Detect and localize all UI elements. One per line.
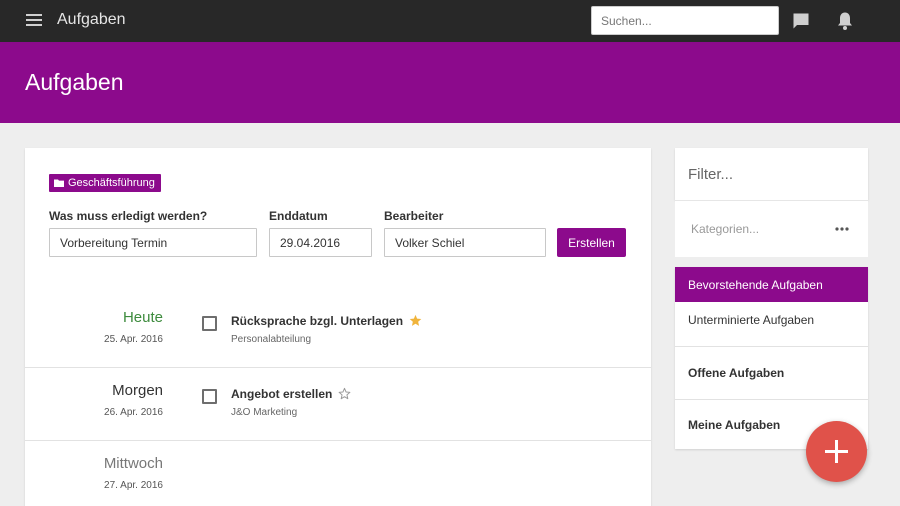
day-section-today: Heute 25. Apr. 2016 Rücksprache bzgl. Un… [25, 295, 651, 368]
task-input[interactable] [49, 228, 257, 257]
task-card: Geschäftsführung Was muss erledigt werde… [25, 148, 651, 506]
filter-box [675, 148, 868, 200]
task-subtitle: J&O Marketing [231, 407, 298, 418]
chat-icon[interactable] [792, 12, 810, 30]
star-filled-icon[interactable] [409, 314, 422, 327]
task-title[interactable]: Rücksprache bzgl. Unterlagen [231, 314, 403, 328]
task-label: Was muss erledigt werden? [49, 209, 208, 223]
page-header: Aufgaben [0, 42, 900, 123]
view-unscheduled[interactable]: Unterminierte Aufgaben [675, 302, 868, 337]
star-outline-icon[interactable] [338, 387, 351, 400]
folder-icon [54, 179, 64, 187]
day-section-wednesday: Mittwoch 27. Apr. 2016 [25, 441, 651, 506]
app-title: Aufgaben [57, 11, 126, 28]
create-button[interactable]: Erstellen [557, 228, 626, 257]
search-input[interactable] [591, 6, 779, 35]
sidebar: Bevorstehende Aufgaben Unterminierte Auf… [675, 148, 868, 449]
due-date-input[interactable] [269, 228, 372, 257]
day-section-tomorrow: Morgen 26. Apr. 2016 Angebot erstellen J… [25, 368, 651, 441]
category-tag-label: Geschäftsführung [68, 177, 155, 189]
categories-box [675, 200, 868, 257]
task-title[interactable]: Angebot erstellen [231, 387, 332, 401]
assignee-label: Bearbeiter [384, 209, 444, 223]
top-bar: Aufgaben [0, 0, 900, 42]
filter-input[interactable] [675, 148, 868, 200]
menu-icon[interactable] [26, 14, 42, 26]
assignee-input[interactable] [384, 228, 546, 257]
date-label: Enddatum [269, 209, 328, 223]
day-name: Morgen [112, 382, 163, 399]
view-open[interactable]: Offene Aufgaben [675, 347, 868, 399]
day-date: 25. Apr. 2016 [104, 334, 163, 345]
more-icon[interactable] [834, 227, 850, 231]
add-task-fab[interactable] [806, 421, 867, 482]
category-tag[interactable]: Geschäftsführung [49, 174, 161, 192]
task-checkbox[interactable] [202, 316, 217, 331]
task-subtitle: Personalabteilung [231, 334, 312, 345]
view-upcoming[interactable]: Bevorstehende Aufgaben [675, 267, 868, 302]
day-name: Heute [122, 309, 163, 326]
categories-input[interactable] [675, 201, 825, 257]
day-date: 27. Apr. 2016 [104, 480, 163, 491]
day-date: 26. Apr. 2016 [104, 407, 163, 418]
bell-icon[interactable] [836, 11, 854, 31]
task-checkbox[interactable] [202, 389, 217, 404]
page-title: Aufgaben [25, 69, 124, 95]
day-name: Mittwoch [103, 455, 163, 472]
